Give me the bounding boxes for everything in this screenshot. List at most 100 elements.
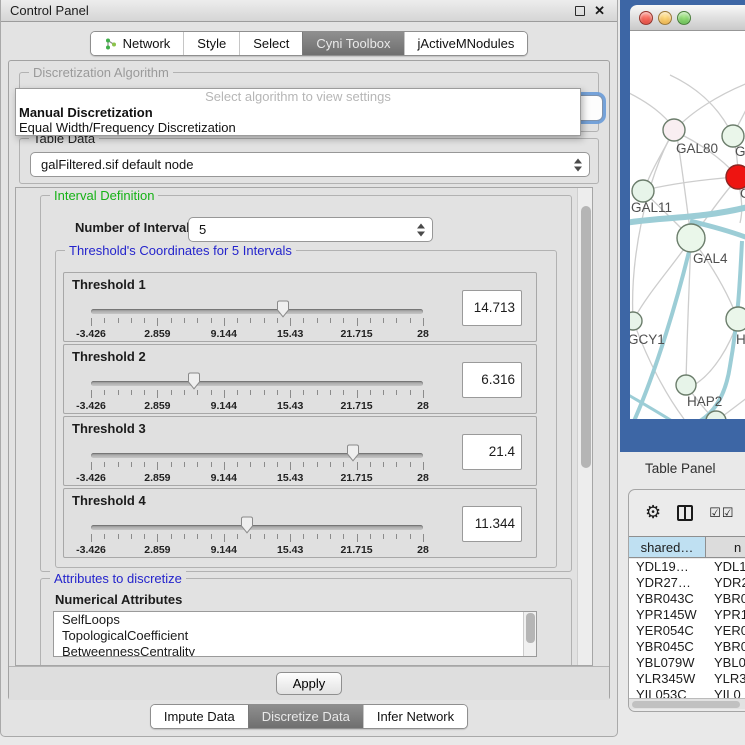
network-node-gal80[interactable] [663,119,685,141]
tick-mark [277,534,278,539]
slider-thumb-icon[interactable] [346,444,360,462]
tab-select[interactable]: Select [239,32,302,55]
tick-mark [410,390,411,395]
table-row[interactable]: YDR27…YDR2 [629,575,745,591]
column-header-name[interactable]: n [706,537,745,557]
attributes-list-scrollbar[interactable] [523,612,536,656]
table-row[interactable]: YLR345WYLR3 [629,671,745,687]
table-row[interactable]: YDL19…YDL1 [629,559,745,575]
table-data-combobox[interactable]: galFiltered.sif default node [30,152,590,177]
attribute-list-item-selfloops[interactable]: SelfLoops [54,612,536,628]
tick-mark [237,318,238,323]
scrollbar-thumb[interactable] [526,613,535,643]
cell-shared-name: YBL079W [629,655,709,671]
threshold-slider[interactable]: -3.4262.8599.14415.4321.71528 [64,417,464,487]
slider-thumb-icon[interactable] [187,372,201,390]
settings-scroll-panel: Interval Definition Number of Intervals … [15,187,593,666]
tab-label: Discretize Data [262,705,350,728]
scrollbar-thumb[interactable] [581,206,591,468]
tick-mark [224,462,225,470]
settings-vertical-scrollbar[interactable] [577,188,592,665]
numerical-attributes-label: Numerical Attributes [55,592,182,607]
tick-mark [197,534,198,539]
threshold-slider[interactable]: -3.4262.8599.14415.4321.71528 [64,273,464,343]
cell-shared-name: YBR045C [629,639,709,655]
table-row[interactable]: YBR045CYBR0 [629,639,745,655]
network-icon [104,37,118,51]
window-title: Control Panel [10,3,89,18]
attribute-list-item-topologicalcoefficient[interactable]: TopologicalCoefficient [54,628,536,644]
tab-infer-network[interactable]: Infer Network [363,705,467,728]
table-panel-window: ⚙ ☑☑ shared… n YDL19…YDL1YDR27…YDR2YBR04… [628,489,745,712]
slider-track [91,381,423,386]
node-label-ga: GA [735,144,745,159]
attribute-list-item-betweennesscentrality[interactable]: BetweennessCentrality [54,644,536,657]
number-of-intervals-combobox[interactable]: 5 [188,217,433,242]
gear-icon[interactable]: ⚙ [645,504,661,522]
dropdown-option-equal-width-frequency[interactable]: Equal Width/Frequency Discretization [16,120,580,135]
table-row[interactable]: YER054CYER0 [629,623,745,639]
table-row[interactable]: YPR145WYPR1 [629,607,745,623]
tick-label: 9.144 [211,400,237,412]
network-node-h[interactable] [726,307,745,331]
tab-discretize-data[interactable]: Discretize Data [248,705,363,728]
dropdown-prompt: Select algorithm to view settings [16,89,580,105]
tick-mark [277,390,278,395]
threshold-slider[interactable]: -3.4262.8599.14415.4321.71528 [64,345,464,415]
float-window-icon[interactable] [575,6,585,16]
tab-style[interactable]: Style [183,32,239,55]
network-node-hap2[interactable] [676,375,696,395]
slider-thumb-icon[interactable] [240,516,254,534]
tick-mark [303,390,304,395]
tab-label: Cyni Toolbox [316,32,390,55]
close-icon[interactable]: ✕ [594,6,605,16]
threshold-slider[interactable]: -3.4262.8599.14415.4321.71528 [64,489,464,559]
table-row[interactable]: YIL053CYIL0 [629,687,745,698]
cell-name: YPR1 [709,607,745,623]
tick-mark [383,462,384,467]
tick-mark [330,318,331,323]
threshold-value-field[interactable]: 21.4 [462,434,522,470]
dropdown-option-manual-discretization[interactable]: Manual Discretization [16,105,580,120]
table-horizontal-scrollbar[interactable] [629,698,745,709]
table-row[interactable]: YBL079WYBL0 [629,655,745,671]
checkbox-columns-icon[interactable]: ☑☑ [709,506,734,521]
scrollbar-thumb[interactable] [632,701,740,708]
tick-mark [396,534,397,539]
table-row[interactable]: YBR043CYBR0 [629,591,745,607]
threshold-value-field[interactable]: 6.316 [462,362,522,398]
network-window-titlebar[interactable] [630,5,745,31]
network-node-gal11[interactable] [632,180,654,202]
close-traffic-light-icon[interactable] [639,11,653,25]
network-canvas[interactable]: GAL80GACGAL11GAL4GCY1HHAP2 [630,31,745,419]
tick-mark [423,534,424,542]
slider-thumb-icon[interactable] [276,300,290,318]
threshold-value-field[interactable]: 14.713 [462,290,522,326]
tick-mark [303,534,304,539]
minimize-traffic-light-icon[interactable] [658,11,672,25]
apply-bar: Apply [9,666,609,700]
zoom-traffic-light-icon[interactable] [677,11,691,25]
number-of-intervals-label: Number of Intervals [75,220,197,235]
tab-impute-data[interactable]: Impute Data [151,705,248,728]
split-columns-icon[interactable] [677,505,693,521]
top-tab-bar: NetworkStyleSelect Cyni Toolbox jActiveMNo… [1,31,617,56]
network-node-gcy1[interactable] [630,312,642,330]
tick-label: -3.426 [76,400,106,412]
network-node-gal4[interactable] [677,224,705,252]
tick-mark [131,390,132,395]
network-view-window: GAL80GACGAL11GAL4GCY1HHAP2 [620,0,745,452]
tick-mark [171,318,172,323]
cell-shared-name: YPR145W [629,607,709,623]
tab-network[interactable]: Network [91,32,184,55]
tick-mark [184,462,185,467]
threshold-value-field[interactable]: 11.344 [462,506,522,542]
cyni-toolbox-panel: Discretization Algorithm Select algorith… [8,60,610,700]
table-panel-title: Table Panel [645,461,716,476]
tab-jactivemnodules[interactable]: jActiveMNodules [404,32,528,55]
column-header-shared-name[interactable]: shared… [629,537,706,557]
tab-cyni-toolbox[interactable]: Cyni Toolbox [302,32,403,55]
control-panel-window: Control Panel ✕ NetworkStyleSelect Cyni T… [0,0,618,737]
tick-mark [104,390,105,395]
apply-button[interactable]: Apply [276,672,343,695]
